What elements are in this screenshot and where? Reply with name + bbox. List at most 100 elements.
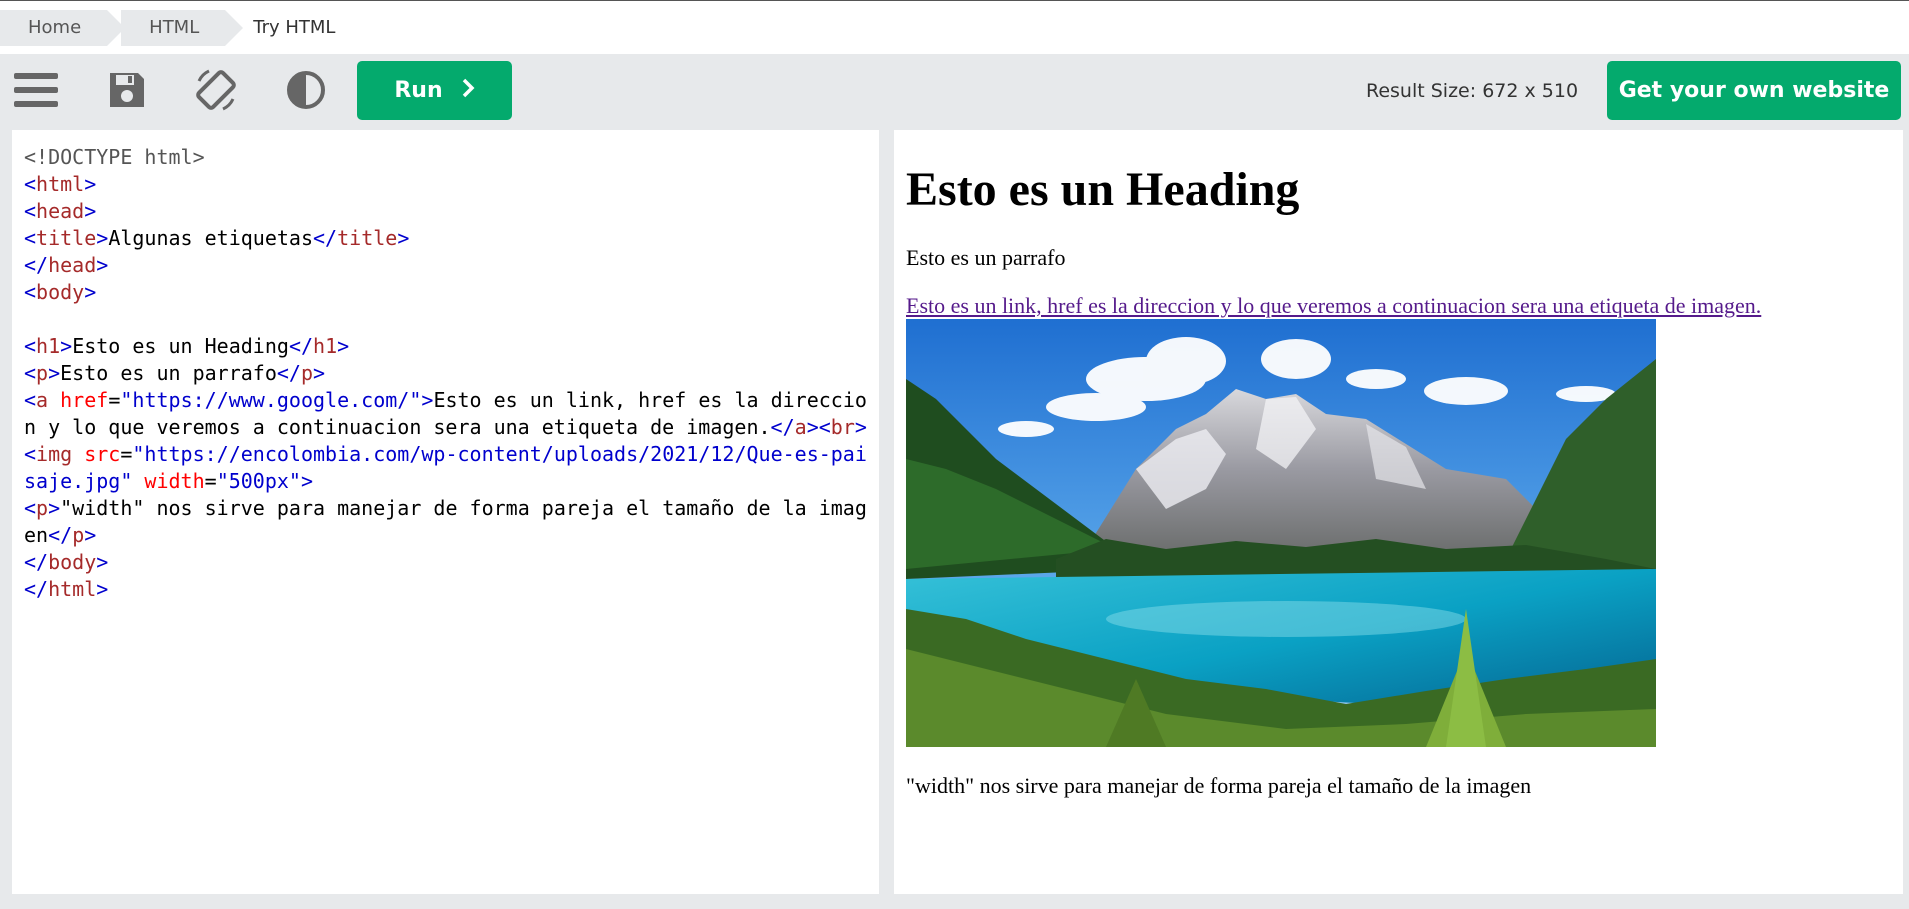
result-heading: Esto es un Heading bbox=[906, 163, 1300, 216]
code-token: h1 bbox=[36, 334, 61, 358]
code-line[interactable]: </body> bbox=[24, 549, 867, 576]
code-token: Esto es un Heading bbox=[72, 334, 289, 358]
code-token: > bbox=[84, 280, 97, 304]
code-token: "500px" bbox=[216, 469, 301, 493]
code-line[interactable] bbox=[24, 306, 867, 333]
result-caption: "width" nos sirve para manejar de forma … bbox=[906, 773, 1532, 798]
code-token: html bbox=[36, 172, 85, 196]
code-editor[interactable]: <!DOCTYPE html> <html> <head> <title>Alguna… bbox=[12, 130, 879, 894]
code-token: > bbox=[300, 469, 314, 493]
code-token: </ bbox=[24, 550, 49, 574]
toolbar: Run Result Size: 672 x 510 Get your own … bbox=[0, 54, 1909, 126]
code-token: >< bbox=[806, 415, 831, 439]
code-line[interactable]: <a href="https://www.google.com/">Esto e… bbox=[24, 387, 867, 441]
code-token: > bbox=[421, 388, 434, 412]
code-token: < bbox=[24, 280, 37, 304]
code-token: > bbox=[96, 577, 109, 601]
code-line[interactable]: <head> bbox=[24, 198, 867, 225]
code-token: > bbox=[84, 172, 97, 196]
code-token: href bbox=[60, 388, 109, 412]
code-token: br bbox=[830, 415, 855, 439]
code-line[interactable]: <body> bbox=[24, 279, 867, 306]
code-token: <!DOCTYPE html> bbox=[24, 145, 205, 169]
code-token: = bbox=[120, 442, 133, 466]
code-token: body bbox=[36, 280, 85, 304]
code-token: "width" nos sirve para manejar de forma … bbox=[24, 496, 867, 547]
breadcrumb-home[interactable]: Home bbox=[0, 9, 126, 46]
code-token: </ bbox=[313, 226, 338, 250]
code-line[interactable]: <p>Esto es un parrafo</p> bbox=[24, 360, 867, 387]
run-button[interactable]: Run bbox=[357, 61, 512, 120]
code-token: > bbox=[84, 523, 97, 547]
menu-icon[interactable] bbox=[12, 66, 60, 114]
code-token: head bbox=[48, 253, 97, 277]
code-line[interactable]: <title>Algunas etiquetas</title> bbox=[24, 225, 867, 252]
code-token: > bbox=[96, 226, 109, 250]
code-token: > bbox=[96, 253, 109, 277]
breadcrumb: Home HTML Try HTML bbox=[0, 0, 1909, 54]
breadcrumb-try-html: Try HTML bbox=[253, 17, 336, 38]
breadcrumb-html[interactable]: HTML bbox=[121, 9, 244, 46]
landscape-image bbox=[906, 319, 1656, 747]
code-line[interactable]: <html> bbox=[24, 171, 867, 198]
code-token: > bbox=[854, 415, 867, 439]
code-token: < bbox=[24, 199, 37, 223]
result-paragraph: Esto es un parrafo bbox=[906, 245, 1066, 270]
code-token: > bbox=[60, 334, 73, 358]
code-token: a bbox=[36, 388, 61, 412]
code-line[interactable]: <!DOCTYPE html> bbox=[24, 144, 867, 171]
code-token: width bbox=[144, 469, 205, 493]
run-button-label: Run bbox=[394, 78, 443, 103]
code-token: </ bbox=[24, 577, 49, 601]
result-link[interactable]: Esto es un link, href es la direccion y … bbox=[906, 293, 1891, 319]
code-token: </ bbox=[288, 334, 314, 358]
code-token: = bbox=[204, 469, 217, 493]
code-token: h1 bbox=[313, 334, 338, 358]
code-token: < bbox=[24, 496, 37, 520]
code-token: p bbox=[36, 361, 49, 385]
code-token: p bbox=[36, 496, 49, 520]
result-size: Result Size: 672 x 510 bbox=[1366, 80, 1579, 102]
code-token: < bbox=[24, 334, 37, 358]
code-token: "https://www.google.com/" bbox=[120, 388, 422, 412]
code-token: > bbox=[48, 361, 61, 385]
code-token: a bbox=[794, 415, 807, 439]
code-token: < bbox=[24, 361, 37, 385]
code-token: > bbox=[337, 334, 350, 358]
result-panel: Esto es un Heading Esto es un parrafo Es… bbox=[894, 130, 1903, 894]
code-token: Algunas etiquetas bbox=[108, 226, 314, 250]
code-token: < bbox=[24, 388, 37, 412]
code-line[interactable]: </head> bbox=[24, 252, 867, 279]
rotate-icon[interactable] bbox=[192, 66, 240, 114]
code-token: title bbox=[36, 226, 97, 250]
chevron-right-icon bbox=[461, 78, 475, 104]
code-token: </ bbox=[770, 415, 795, 439]
code-token: Esto es un parrafo bbox=[60, 361, 277, 385]
code-token: p bbox=[72, 523, 85, 547]
code-token: > bbox=[96, 550, 109, 574]
get-own-website-button[interactable]: Get your own website bbox=[1607, 61, 1901, 120]
code-token: body bbox=[48, 550, 97, 574]
contrast-icon[interactable] bbox=[282, 66, 330, 114]
code-token: p bbox=[300, 361, 314, 385]
code-token: > bbox=[84, 199, 97, 223]
code-token: </ bbox=[48, 523, 73, 547]
code-token: > bbox=[48, 496, 61, 520]
code-token: head bbox=[36, 199, 85, 223]
code-token: </ bbox=[24, 253, 49, 277]
code-line[interactable]: </html> bbox=[24, 576, 867, 603]
code-token: title bbox=[337, 226, 398, 250]
code-line[interactable]: <p>"width" nos sirve para manejar de for… bbox=[24, 495, 867, 549]
code-token: > bbox=[397, 226, 410, 250]
code-line[interactable]: <h1>Esto es un Heading</h1> bbox=[24, 333, 867, 360]
code-token: < bbox=[24, 442, 37, 466]
code-token: < bbox=[24, 172, 37, 196]
save-icon[interactable] bbox=[103, 66, 151, 114]
code-token: < bbox=[24, 226, 37, 250]
code-token: html bbox=[48, 577, 97, 601]
code-token: src bbox=[84, 442, 121, 466]
code-token: </ bbox=[276, 361, 301, 385]
code-line[interactable]: <img src="https://encolombia.com/wp-cont… bbox=[24, 441, 867, 495]
code-token: > bbox=[313, 361, 326, 385]
